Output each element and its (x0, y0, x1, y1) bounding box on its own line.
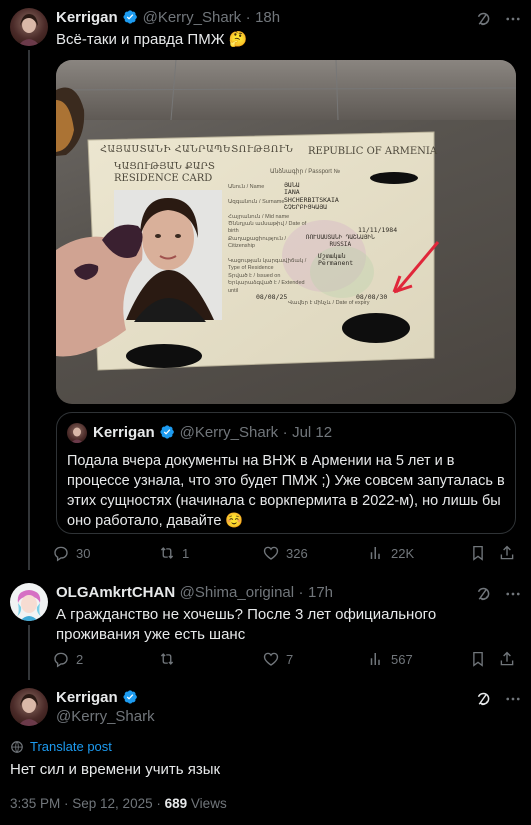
quoted-tweet[interactable]: Kerrigan @Kerry_Shark · Jul 12 Подала вч… (56, 412, 516, 534)
thread-line (28, 50, 30, 570)
more-icon[interactable] (504, 10, 522, 28)
quote-author-name: Kerrigan (93, 424, 155, 441)
separator: · (156, 796, 161, 811)
grok-icon[interactable] (474, 690, 492, 708)
bookmark-button[interactable] (469, 650, 493, 668)
quote-text: Подала вчера документы на ВНЖ в Армении … (67, 453, 505, 529)
card-citizenship-am: ՌՈՒՍԱՍՏԱՆԻ ԴԱՇՆԱՅԻՆ (306, 234, 375, 241)
avatar[interactable] (10, 688, 48, 726)
repost-icon (160, 653, 174, 665)
grok-icon[interactable] (474, 585, 492, 603)
author-name[interactable]: Kerrigan (56, 689, 118, 706)
card-title-en: RESIDENCE CARD (114, 173, 213, 184)
tweet-photo[interactable]: ՀԱՅԱՍՏԱՆԻ ՀԱՆՐԱՊԵՏՈՒԹՅՈՒՆ REPUBLIC OF AR… (56, 60, 516, 404)
quote-timestamp: Jul 12 (292, 424, 333, 441)
heart-icon (263, 652, 279, 666)
more-icon[interactable] (504, 690, 522, 708)
share-icon (500, 651, 514, 666)
card-header-am: ՀԱՅԱՍՏԱՆԻ ՀԱՆՐԱՊԵՏՈՒԹՅՈՒՆ (100, 144, 294, 155)
repost-icon (160, 547, 174, 559)
avatar[interactable] (10, 583, 48, 621)
share-button[interactable] (498, 544, 522, 562)
bookmark-button[interactable] (469, 544, 493, 562)
repost-button[interactable] (158, 650, 182, 668)
card-midname-label: Հայրանուն / Mid name (228, 213, 290, 220)
heart-icon (263, 546, 279, 560)
card-citizenship-en: RUSSIA (329, 241, 352, 249)
reply-icon (54, 546, 68, 562)
tweet-actions: 2 7 567 (54, 650, 516, 670)
views-button[interactable]: 22K (367, 544, 414, 562)
card-title-am: ԿԱՑՈՒԹՅԱՆ ՔԱՐՏ (114, 161, 215, 172)
tweet-actions: 30 1 326 22K (54, 544, 516, 564)
views-count: 22K (391, 545, 415, 561)
card-header-en: REPUBLIC OF ARMENIA (308, 146, 438, 157)
like-button[interactable]: 7 (262, 650, 293, 668)
separator: · (282, 424, 288, 441)
views-icon (370, 653, 380, 665)
repost-count: 1 (182, 545, 190, 561)
share-icon (500, 545, 514, 560)
author-handle[interactable]: @Kerry_Shark (56, 708, 155, 725)
views-button[interactable]: 567 (367, 650, 413, 668)
share-button[interactable] (498, 650, 522, 668)
reply-button[interactable]: 30 (52, 544, 90, 562)
more-icon[interactable] (504, 585, 522, 603)
verified-badge-icon (160, 425, 174, 439)
card-issued: 08/08/25 (256, 293, 288, 301)
card-passport-label: Անձնագիր / Passport № (270, 169, 341, 175)
reply-button[interactable]: 2 (52, 650, 83, 668)
timestamp[interactable]: 17h (308, 584, 333, 601)
translate-icon (11, 740, 23, 753)
card-residence-type-en: Permanent (318, 259, 354, 268)
timestamp[interactable]: 18h (255, 9, 280, 26)
author-name[interactable]: Kerrigan (56, 9, 118, 26)
bookmark-icon (473, 651, 483, 667)
card-citizenship-label: Քաղաքացիություն / Citizenship (228, 235, 287, 250)
card-residence-type-label: Կացության կարգավիճակ / Type of Residence (228, 258, 307, 272)
like-button[interactable]: 326 (262, 544, 308, 562)
reply-count: 2 (76, 651, 84, 667)
separator: · (245, 9, 251, 26)
author-handle[interactable]: @Kerry_Shark (143, 9, 242, 26)
card-expiry: 08/08/30 (356, 293, 388, 301)
author-name[interactable]: OLGAmkrtCHAN (56, 584, 175, 601)
views-icon (370, 547, 380, 559)
author-handle[interactable]: @Shima_original (180, 584, 294, 601)
card-surname-am: ՇՉԵՐԲԻՑԿԱՅԱ (284, 203, 328, 212)
card-issued-label: Տրված է / Issued on (228, 272, 281, 279)
bookmark-icon (473, 545, 483, 561)
card-dob: 11/11/1984 (358, 226, 398, 234)
card-dob-label: Ծննդյան ամսաթիվ / Date of birth (228, 221, 307, 235)
quote-avatar (67, 423, 87, 443)
like-count: 7 (286, 651, 294, 667)
verified-badge-icon (123, 690, 137, 704)
views-count: 567 (391, 651, 413, 667)
translate-post-label: Translate post (30, 739, 112, 754)
like-count: 326 (286, 545, 308, 561)
tweet-text: Нет сил и времени учить язык (10, 761, 221, 778)
verified-badge-icon (123, 10, 137, 24)
tweet-text: А гражданство не хочешь? После 3 лет офи… (56, 606, 437, 643)
avatar[interactable] (10, 8, 48, 46)
thread-line (28, 625, 30, 680)
views-label: Views (190, 796, 227, 811)
translate-post-link[interactable]: Translate post (10, 739, 112, 754)
views-count: 689 (164, 796, 188, 811)
quote-author-handle: @Kerry_Shark (179, 424, 279, 441)
separator: · (298, 584, 304, 601)
grok-icon[interactable] (474, 10, 492, 28)
tweet-text: Всё-таки и правда ПМЖ 🤔 (56, 31, 248, 48)
reply-icon (54, 652, 68, 668)
repost-button[interactable]: 1 (158, 544, 189, 562)
post-timestamp[interactable]: 3:35 PM · Sep 12, 2025 (10, 796, 153, 811)
reply-count: 30 (76, 545, 91, 561)
